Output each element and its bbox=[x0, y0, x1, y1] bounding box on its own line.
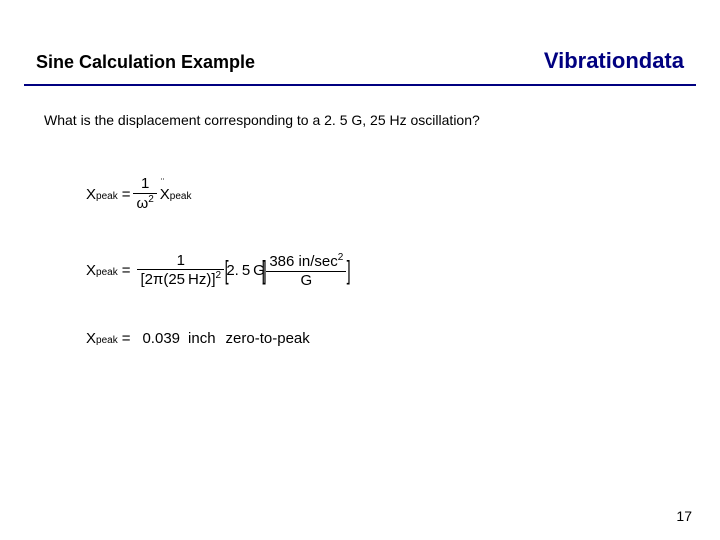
left-bracket-icon-2: [ bbox=[262, 255, 266, 286]
x-peak-lhs: X peak bbox=[86, 186, 118, 203]
fraction-unit-conversion: 386 in/sec2 G bbox=[266, 252, 346, 290]
unit-num-val: 386 bbox=[269, 253, 294, 270]
equation-1: X peak = 1 ω2 ¨ X peak bbox=[86, 176, 195, 213]
frac2-den: [2π(25 Hz)]2 bbox=[137, 270, 224, 289]
accel-g-value: 2. 5 G bbox=[226, 262, 265, 279]
brand-title: Vibrationdata bbox=[544, 48, 684, 74]
x-ddot-peak: ¨ X peak bbox=[160, 186, 192, 203]
x-symbol: X bbox=[86, 186, 96, 203]
slide-header: Sine Calculation Example Vibrationdata bbox=[36, 48, 684, 74]
x-peak-lhs-2: X peak bbox=[86, 262, 118, 279]
result-unit: inch bbox=[188, 330, 216, 347]
right-bracket-icon-2: ] bbox=[347, 255, 351, 286]
equals-sign-3: = bbox=[122, 330, 131, 347]
equation-2: X peak = 1 [2π(25 Hz)]2 [ 2. 5 G ] [ 386… bbox=[86, 252, 349, 290]
ddot-icon: ¨ bbox=[161, 177, 164, 189]
peak-subscript-rhs: peak bbox=[170, 191, 192, 202]
frac-den: ω2 bbox=[133, 194, 156, 213]
page-number: 17 bbox=[676, 508, 692, 524]
slide: Sine Calculation Example Vibrationdata W… bbox=[0, 0, 720, 540]
left-bracket-icon: [ bbox=[225, 255, 229, 286]
frac2-den-base: [2π(25 Hz)] bbox=[140, 271, 215, 288]
equals-sign: = bbox=[122, 186, 131, 203]
equals-sign-2: = bbox=[122, 262, 131, 279]
result-value: 0.039 bbox=[142, 330, 180, 347]
x-peak-lhs-3: X peak bbox=[86, 330, 118, 347]
frac2-den-exp: 2 bbox=[216, 270, 222, 281]
unit-num: 386 in/sec2 bbox=[266, 252, 346, 272]
fraction-1-over-omega2: 1 ω2 bbox=[133, 176, 156, 213]
peak-subscript: peak bbox=[96, 191, 118, 202]
unit-num-exp: 2 bbox=[338, 252, 344, 263]
header-rule bbox=[24, 84, 696, 86]
unit-den: G bbox=[266, 272, 346, 290]
frac2-num: 1 bbox=[137, 253, 224, 271]
slide-title: Sine Calculation Example bbox=[36, 52, 255, 73]
peak-subscript-2: peak bbox=[96, 267, 118, 278]
equation-3: X peak = 0.039 inch zero-to-peak bbox=[86, 330, 310, 347]
omega-exp: 2 bbox=[148, 194, 154, 205]
omega-symbol: ω bbox=[136, 195, 148, 212]
frac-num: 1 bbox=[133, 176, 156, 194]
x-symbol-3: X bbox=[86, 330, 96, 347]
unit-num-unit: in/sec bbox=[299, 253, 338, 270]
peak-subscript-3: peak bbox=[96, 335, 118, 346]
question-text: What is the displacement corresponding t… bbox=[44, 112, 480, 128]
x-symbol-2: X bbox=[86, 262, 96, 279]
fraction-1-over-2pi25hz2: 1 [2π(25 Hz)]2 bbox=[137, 253, 224, 290]
result-qualifier: zero-to-peak bbox=[226, 330, 310, 347]
